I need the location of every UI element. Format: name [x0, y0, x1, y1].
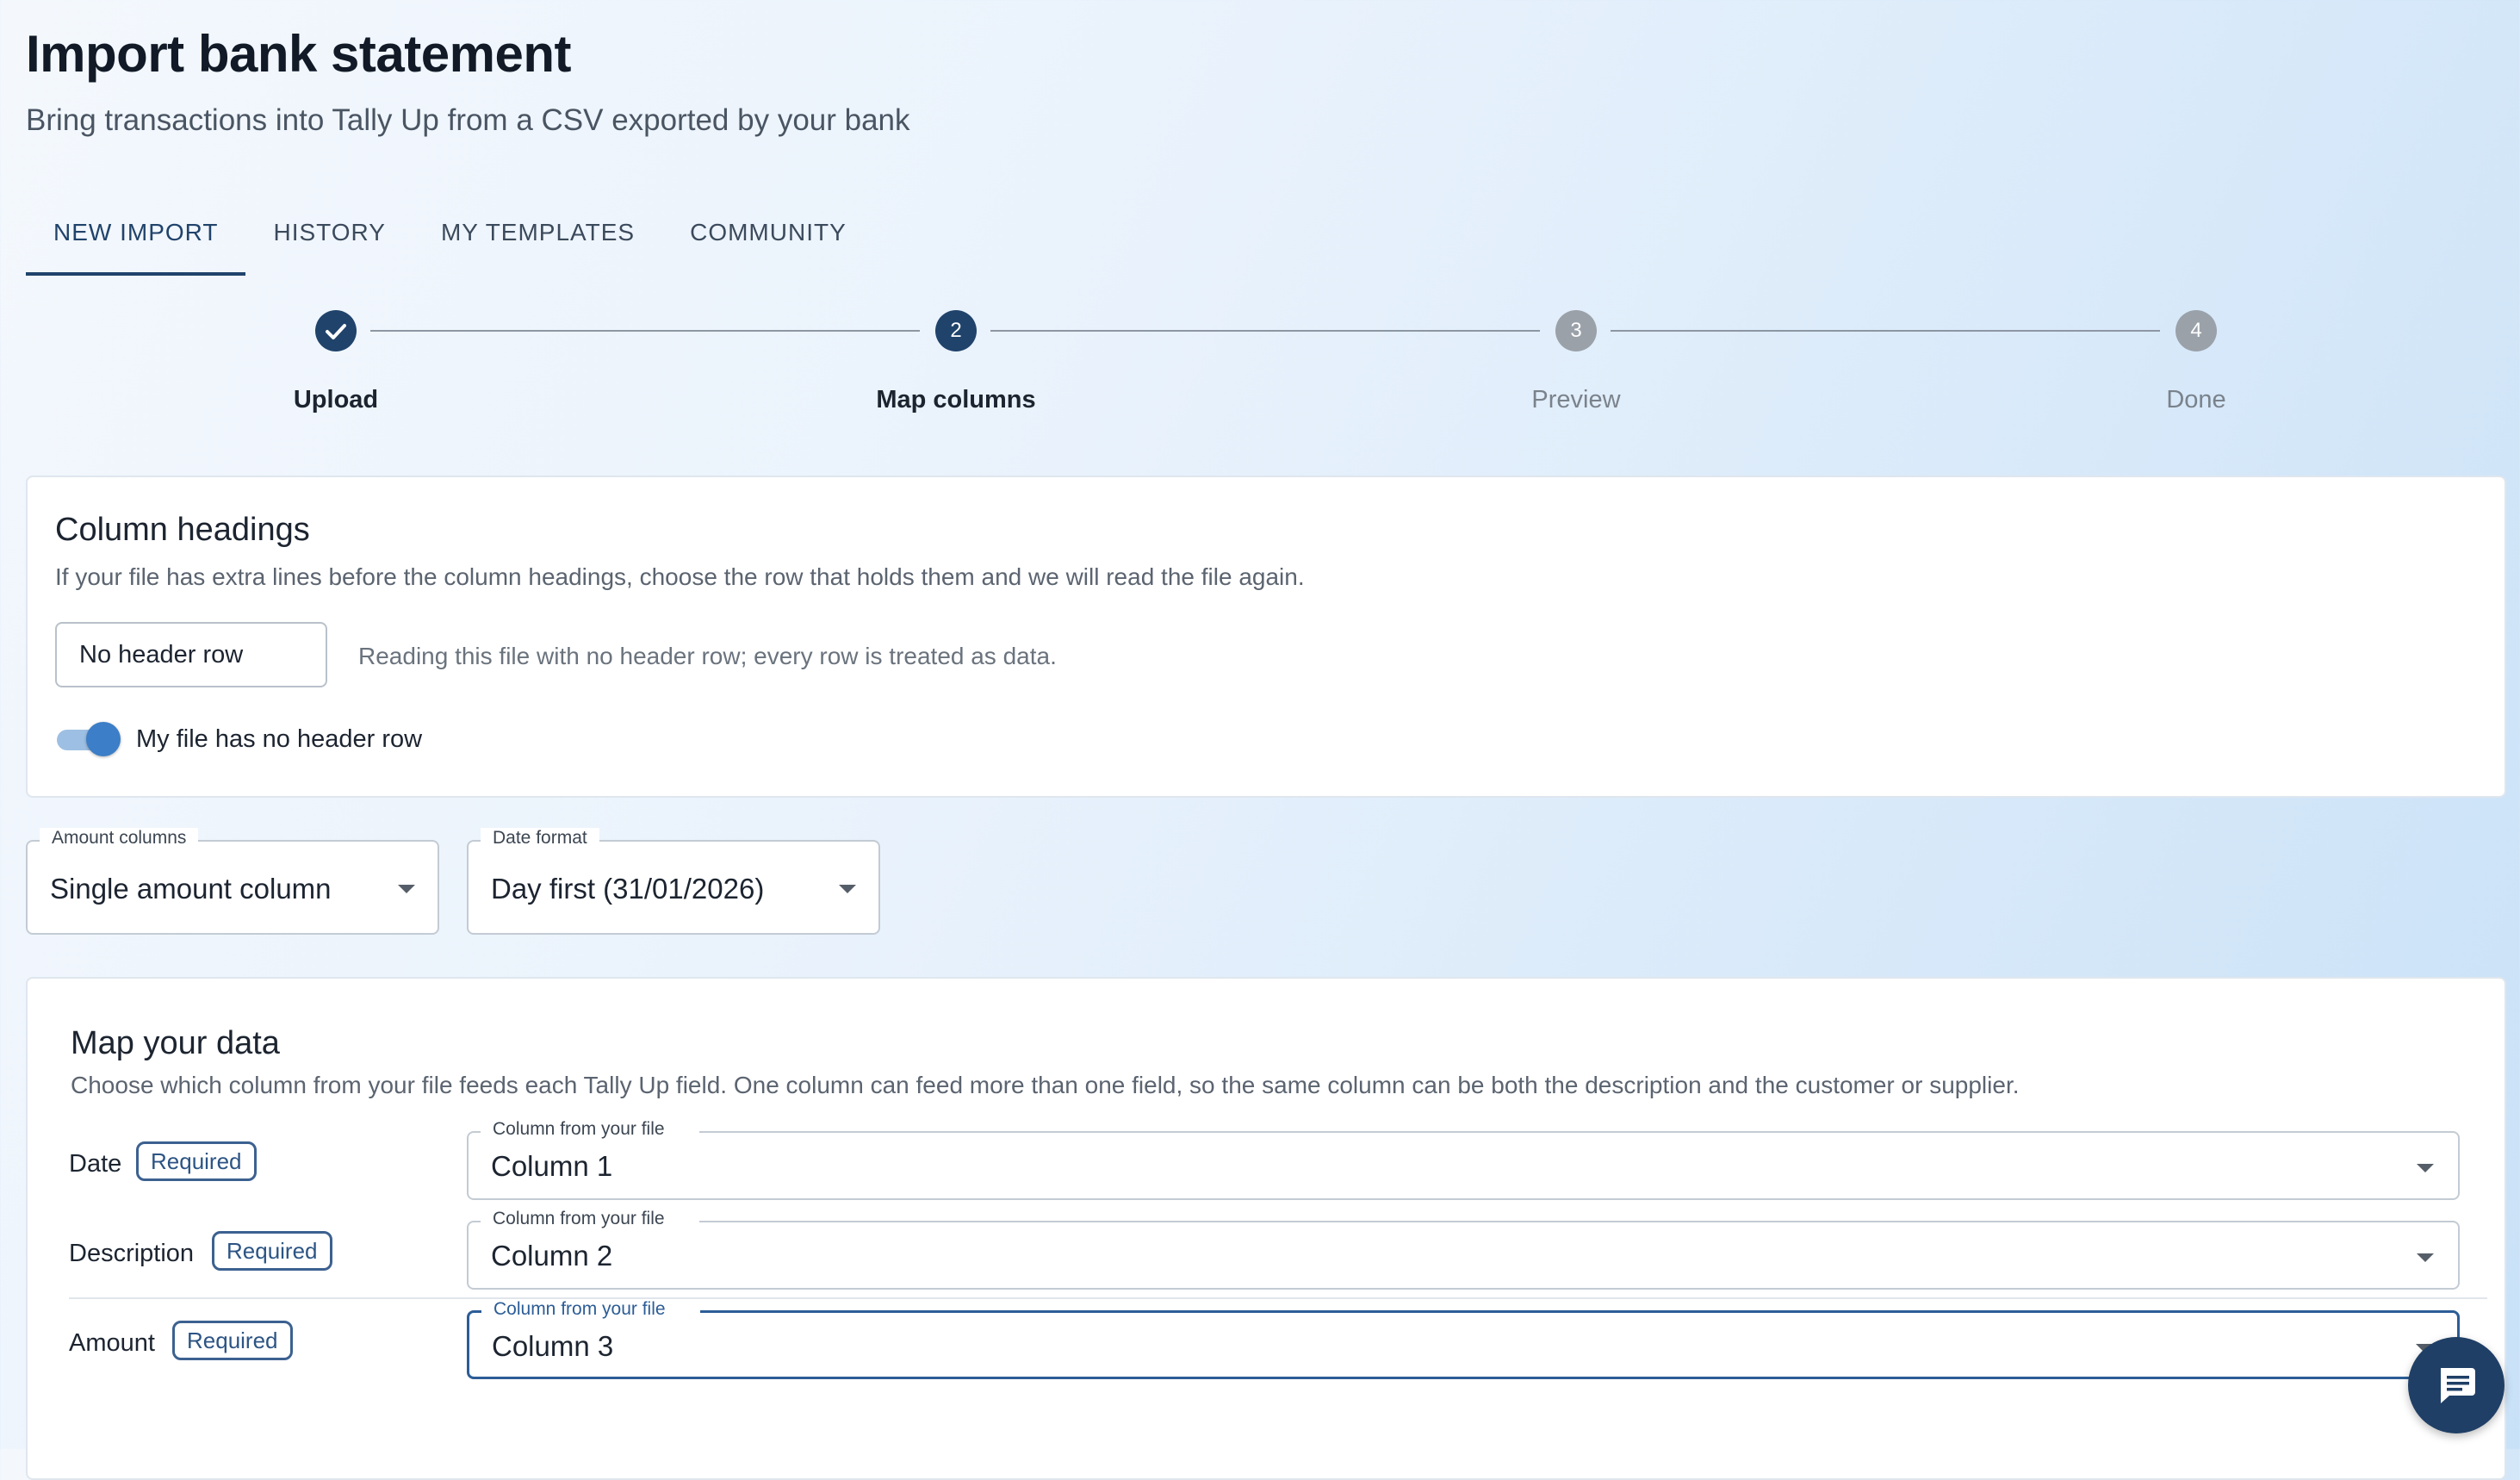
step-done-label: Done — [2166, 386, 2226, 414]
date-column-select[interactable]: Column from your file Column 1 — [467, 1119, 2460, 1200]
date-format-label: Date format — [481, 828, 599, 849]
step-done-indicator: 4 — [2176, 310, 2217, 351]
header-row-select[interactable]: No header row — [55, 622, 327, 687]
tab-history[interactable]: HISTORY — [245, 212, 413, 272]
step-upload-indicator — [315, 310, 357, 351]
column-headings-title: Column headings — [55, 512, 310, 548]
column-headings-card: Column headings If your file has extra l… — [26, 476, 2506, 798]
caret-down-icon — [2417, 1164, 2434, 1172]
caret-down-icon — [398, 885, 415, 893]
chat-icon — [2441, 1368, 2475, 1403]
tab-new-import[interactable]: NEW IMPORT — [26, 212, 246, 276]
description-column-value: Column 2 — [491, 1240, 613, 1272]
amount-column-value: Column 3 — [492, 1330, 614, 1362]
step-connector — [1611, 330, 2160, 332]
date-column-value: Column 1 — [491, 1150, 613, 1182]
required-badge: Required — [172, 1321, 293, 1360]
no-header-row-label: My file has no header row — [136, 725, 423, 753]
chat-button[interactable] — [2408, 1337, 2504, 1433]
reading-note: Reading this file with no header row; ev… — [358, 643, 1057, 669]
column-headings-description: If your file has extra lines before the … — [55, 563, 1305, 590]
check-icon — [326, 324, 346, 339]
step-connector — [990, 330, 1540, 332]
required-badge: Required — [212, 1231, 332, 1271]
field-label-description: Description — [69, 1240, 195, 1267]
amount-columns-label: Amount columns — [40, 828, 199, 849]
step-preview-label: Preview — [1531, 386, 1621, 414]
column-select-label: Column from your file — [481, 1299, 700, 1320]
amount-columns-select[interactable]: Amount columns Single amount column — [26, 828, 439, 935]
map-data-title: Map your data — [71, 1025, 280, 1061]
caret-down-icon — [2417, 1253, 2434, 1262]
page-subtitle: Bring transactions into Tally Up from a … — [26, 103, 910, 137]
step-map-indicator: 2 — [935, 310, 977, 351]
amount-column-select[interactable]: Column from your file Column 3 — [467, 1299, 2460, 1379]
map-data-description: Choose which column from your file feeds… — [71, 1072, 2020, 1098]
column-select-label: Column from your file — [481, 1119, 699, 1140]
step-map-label: Map columns — [876, 386, 1036, 414]
date-format-value: Day first (31/01/2026) — [491, 873, 765, 905]
date-format-select[interactable]: Date format Day first (31/01/2026) — [467, 828, 880, 935]
page-title: Import bank statement — [26, 25, 571, 83]
field-label-date: Date — [69, 1150, 122, 1178]
column-select-label: Column from your file — [481, 1209, 699, 1229]
step-connector — [370, 330, 920, 332]
tab-bar: NEW IMPORT HISTORY MY TEMPLATES COMMUNIT… — [26, 212, 874, 276]
toggle-knob — [86, 722, 121, 756]
step-preview-indicator: 3 — [1555, 310, 1597, 351]
no-header-row-toggle[interactable] — [57, 720, 122, 758]
section-divider — [69, 1297, 2487, 1299]
amount-columns-value: Single amount column — [50, 873, 332, 905]
tab-community[interactable]: COMMUNITY — [662, 212, 874, 272]
tab-my-templates[interactable]: MY TEMPLATES — [413, 212, 662, 272]
required-badge: Required — [136, 1141, 257, 1181]
description-column-select[interactable]: Column from your file Column 2 — [467, 1209, 2460, 1290]
field-label-amount: Amount — [69, 1329, 155, 1357]
step-upload-label: Upload — [293, 386, 379, 414]
caret-down-icon — [839, 885, 856, 893]
import-stepper: 2 3 4 Upload Map columns Preview Done — [26, 310, 2506, 431]
